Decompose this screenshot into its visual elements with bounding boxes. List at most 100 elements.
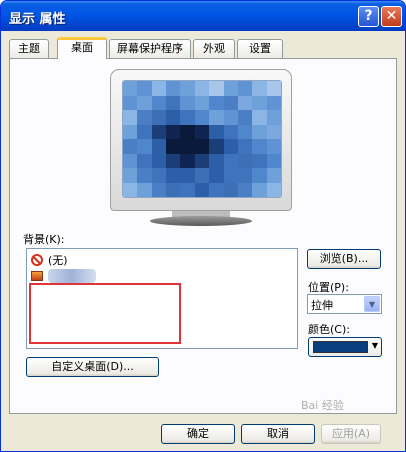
wallpaper-pixel [180,168,195,183]
wallpaper-pixel [237,81,253,96]
wallpaper-pixel [266,110,281,125]
wallpaper-pixel [209,168,224,183]
wallpaper-pixel [151,139,167,154]
wallpaper-pixel [137,95,152,110]
wallpaper-pixel [166,95,181,110]
wallpaper-pixel [194,95,210,110]
color-picker-button[interactable]: ▼ [308,337,382,357]
wallpaper-pixel [166,168,181,183]
color-label: 颜色(C): [308,323,350,336]
wallpaper-pixel [209,81,224,96]
wallpaper-pixel [223,110,238,125]
wallpaper-pixel [166,139,181,154]
wallpaper-pixel [180,81,195,96]
wallpaper-pixel [151,95,167,110]
wallpaper-pixel [223,139,238,154]
tab-themes[interactable]: 主题 [9,39,49,58]
background-label: 背景(K): [23,233,65,246]
wallpaper-pixel [266,81,281,96]
wallpaper-pixel [237,168,253,183]
wallpaper-pixel [137,182,152,197]
wallpaper-pixel [266,182,281,197]
wallpaper-pixel [166,81,181,96]
customize-desktop-button[interactable]: 自定义桌面(D)... [26,357,159,377]
position-value: 拉伸 [311,299,333,312]
wallpaper-pixel [194,81,210,96]
wallpaper-pixel [252,110,267,125]
wallpaper-pixel [223,124,238,139]
wallpaper-pixel [123,110,138,125]
wallpaper-pixel [166,124,181,139]
wallpaper-pixel [237,110,253,125]
wallpaper-pixel [123,124,138,139]
display-properties-window: 显示 属性 ? ✕ 主题 桌面 屏幕保护程序 外观 设置 背景(K): (无) … [0,0,406,452]
ok-button[interactable]: 确定 [161,424,235,444]
wallpaper-pixel [223,81,238,96]
image-file-icon [31,271,43,281]
wallpaper-pixel [223,153,238,168]
wallpaper-pixel [123,95,138,110]
monitor-stand [150,216,252,226]
wallpaper-pixel [252,95,267,110]
position-select[interactable]: 拉伸 ▼ [307,294,382,314]
wallpaper-pixel [266,95,281,110]
tab-screensaver[interactable]: 屏幕保护程序 [109,39,191,58]
wallpaper-pixel [137,81,152,96]
wallpaper-pixel [266,139,281,154]
wallpaper-pixel [151,110,167,125]
wallpaper-pixel [151,153,167,168]
wallpaper-pixel [166,182,181,197]
apply-button[interactable]: 应用(A) [321,424,381,444]
tab-appearance[interactable]: 外观 [193,39,235,58]
wallpaper-pixel [151,81,167,96]
wallpaper-pixel [194,182,210,197]
wallpaper-pixel [237,95,253,110]
wallpaper-pixel [209,182,224,197]
wallpaper-pixel [180,153,195,168]
close-button[interactable]: ✕ [381,6,402,27]
wallpaper-pixel [194,168,210,183]
tab-desktop[interactable]: 桌面 [57,37,107,59]
help-button[interactable]: ? [358,6,379,27]
wallpaper-pixel [137,110,152,125]
wallpaper-pixel [180,110,195,125]
browse-button[interactable]: 浏览(B)... [307,249,381,269]
wallpaper-pixel [237,139,253,154]
wallpaper-pixel [223,95,238,110]
wallpaper-pixel [237,153,253,168]
wallpaper-pixel [194,124,210,139]
list-item-label: (无) [48,254,68,267]
wallpaper-pixel [180,124,195,139]
watermark: Bai 经验 [301,399,344,412]
wallpaper-pixel [137,139,152,154]
cancel-button[interactable]: 取消 [241,424,315,444]
tab-settings[interactable]: 设置 [237,39,283,58]
monitor-preview [110,69,292,229]
wallpaper-pixel [209,95,224,110]
wallpaper-pixel [194,153,210,168]
wallpaper-pixel [123,139,138,154]
wallpaper-pixel [266,153,281,168]
wallpaper-pixel [194,110,210,125]
window-title: 显示 属性 [9,12,66,27]
wallpaper-pixel [151,182,167,197]
wallpaper-pixel [252,139,267,154]
wallpaper-pixel [266,124,281,139]
blurred-item-label [48,269,96,283]
wallpaper-pixel [252,153,267,168]
wallpaper-pixel [123,168,138,183]
no-symbol-icon [31,254,43,266]
wallpaper-pixel [180,95,195,110]
wallpaper-pixel [209,110,224,125]
wallpaper-pixel [123,153,138,168]
chevron-down-icon[interactable]: ▼ [364,296,380,312]
wallpaper-pixel [237,182,253,197]
wallpaper-pixel [166,153,181,168]
wallpaper-pixel [194,139,210,154]
wallpaper-pixel [180,139,195,154]
wallpaper-pixel [209,124,224,139]
wallpaper-pixel [180,182,195,197]
wallpaper-pixel [252,124,267,139]
wallpaper-pixel [266,168,281,183]
wallpaper-pixel [123,81,138,96]
